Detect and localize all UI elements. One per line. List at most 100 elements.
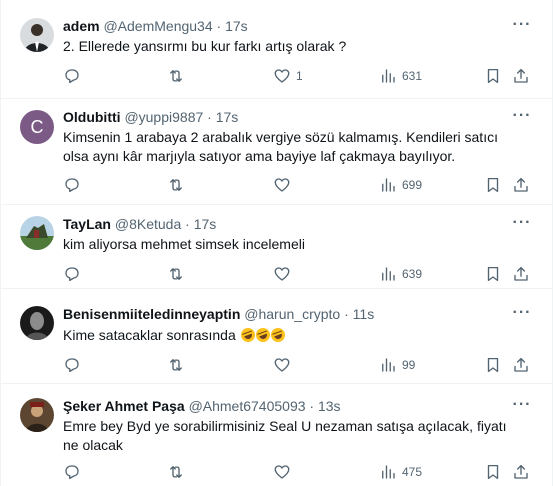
views-icon (382, 358, 395, 372)
rofl-emoji-icon (238, 326, 257, 344)
bookmark-button[interactable] (484, 462, 502, 482)
tweet-text-container: Kime satacaklar sonrasında (63, 326, 524, 345)
share-button[interactable] (512, 462, 530, 482)
share-icon (514, 357, 528, 372)
views-button[interactable]: 639 (379, 264, 422, 284)
reply-button[interactable] (63, 355, 86, 375)
bookmark-button[interactable] (484, 355, 502, 375)
separator: · (344, 306, 349, 322)
retweet-icon (170, 466, 182, 478)
avatar[interactable] (20, 216, 54, 250)
retweet-button[interactable] (167, 66, 190, 86)
more-icon[interactable]: ··· (512, 215, 532, 236)
views-button[interactable]: 99 (379, 355, 415, 375)
views-icon (382, 465, 395, 479)
reply-button[interactable] (63, 462, 86, 482)
rofl-emoji-icon (253, 326, 272, 344)
handle[interactable]: @harun_crypto (244, 306, 340, 322)
like-icon (274, 69, 290, 83)
share-icon (514, 177, 528, 192)
retweet-button[interactable] (167, 355, 190, 375)
timestamp[interactable]: 17s (225, 18, 248, 34)
share-icon (514, 464, 528, 479)
retweet-button[interactable] (167, 264, 190, 284)
separator: · (309, 398, 315, 414)
avatar[interactable] (20, 398, 54, 432)
tweet-actions: 639 (63, 264, 540, 284)
share-button[interactable] (512, 355, 530, 375)
bookmark-button[interactable] (484, 66, 502, 86)
more-icon[interactable]: ··· (512, 108, 532, 129)
tweet-actions: 699 (63, 175, 540, 195)
timestamp[interactable]: 11s (353, 306, 375, 322)
retweet-button[interactable] (167, 462, 190, 482)
timestamp[interactable]: 17s (194, 216, 217, 232)
like-button[interactable]: 1 (273, 66, 303, 86)
views-count: 699 (402, 178, 423, 192)
tweet-text: Kimsenin 1 arabaya 2 arabalık vergiye sö… (63, 129, 498, 164)
like-button[interactable] (273, 462, 296, 482)
handle[interactable]: @Ahmet67405093 (189, 398, 306, 414)
tweet-benisenmiiteledinneyaptin[interactable]: Benisenmiiteledinneyaptin @harun_crypto … (1, 289, 552, 384)
more-icon[interactable]: ··· (512, 17, 532, 38)
handle[interactable]: @8Ketuda (115, 216, 181, 232)
handle[interactable]: @AdemMengu34 (103, 18, 212, 34)
share-button[interactable] (512, 66, 530, 86)
like-icon (274, 267, 290, 281)
views-button[interactable]: 475 (379, 462, 422, 482)
tweet-actions: 475 (63, 462, 540, 482)
tweet-header: Oldubitti @yuppi9887 · 17s (63, 108, 512, 126)
reply-button[interactable] (63, 175, 86, 195)
handle[interactable]: @yuppi9887 (124, 109, 203, 125)
like-button[interactable] (273, 264, 296, 284)
retweet-button[interactable] (167, 175, 190, 195)
tweet-text: 2. Ellerede yansırmı bu kur farkı artış … (63, 38, 347, 54)
display-name[interactable]: adem (63, 18, 100, 34)
timestamp[interactable]: 17s (216, 109, 239, 125)
share-icon (514, 68, 528, 83)
tweet-text: Emre bey Byd ye sorabilirmisiniz Seal U … (63, 418, 507, 453)
tweet-oldubitti[interactable]: C Oldubitti @yuppi9887 · 17s ··· Kimseni… (1, 99, 552, 205)
timestamp[interactable]: 13s (318, 398, 341, 414)
avatar[interactable]: C (20, 110, 54, 144)
tweet-header: TayLan @8Ketuda · 17s (63, 215, 512, 233)
tweet-actions: 1 631 (63, 66, 540, 86)
retweet-icon (170, 359, 182, 371)
tweet-taylan[interactable]: TayLan @8Ketuda · 17s ··· kim aliyorsa m… (1, 205, 552, 289)
reply-button[interactable] (63, 264, 86, 284)
like-button[interactable] (273, 175, 296, 195)
tweet-header: Şeker Ahmet Paşa @Ahmet67405093 · 13s (63, 397, 512, 415)
like-count: 1 (296, 69, 303, 83)
like-button[interactable] (273, 355, 296, 375)
tweet-seker-ahmet-pasa[interactable]: Şeker Ahmet Paşa @Ahmet67405093 · 13s ··… (1, 384, 552, 486)
display-name[interactable]: Benisenmiiteledinneyaptin (63, 306, 240, 322)
avatar[interactable] (20, 306, 54, 340)
tweet-header: Benisenmiiteledinneyaptin @harun_crypto … (63, 305, 512, 323)
share-button[interactable] (512, 175, 530, 195)
bookmark-button[interactable] (484, 264, 502, 284)
share-button[interactable] (512, 264, 530, 284)
more-icon[interactable]: ··· (512, 305, 532, 326)
avatar[interactable] (20, 18, 54, 52)
display-name[interactable]: TayLan (63, 216, 111, 232)
display-name[interactable]: Oldubitti (63, 109, 121, 125)
tweet-header: adem @AdemMengu34 · 17s (63, 17, 512, 35)
display-name[interactable]: Şeker Ahmet Paşa (63, 398, 185, 414)
tweet-text: kim aliyorsa mehmet simsek incelemeli (63, 236, 305, 252)
views-button[interactable]: 699 (379, 175, 422, 195)
bookmark-button[interactable] (484, 175, 502, 195)
more-icon[interactable]: ··· (512, 397, 532, 418)
reply-icon (65, 358, 79, 373)
views-button[interactable]: 631 (379, 66, 422, 86)
reply-button[interactable] (63, 66, 86, 86)
tweet-actions: 99 (63, 355, 540, 375)
tweet-adem[interactable]: adem @AdemMengu34 · 17s ··· 2. Ellerede … (1, 0, 552, 99)
reply-icon (65, 69, 79, 84)
views-count: 475 (402, 465, 423, 479)
separator: · (207, 109, 212, 125)
like-icon (274, 465, 290, 479)
retweet-icon (170, 268, 182, 280)
views-icon (382, 178, 395, 192)
reply-icon (65, 178, 79, 193)
like-icon (274, 178, 290, 192)
